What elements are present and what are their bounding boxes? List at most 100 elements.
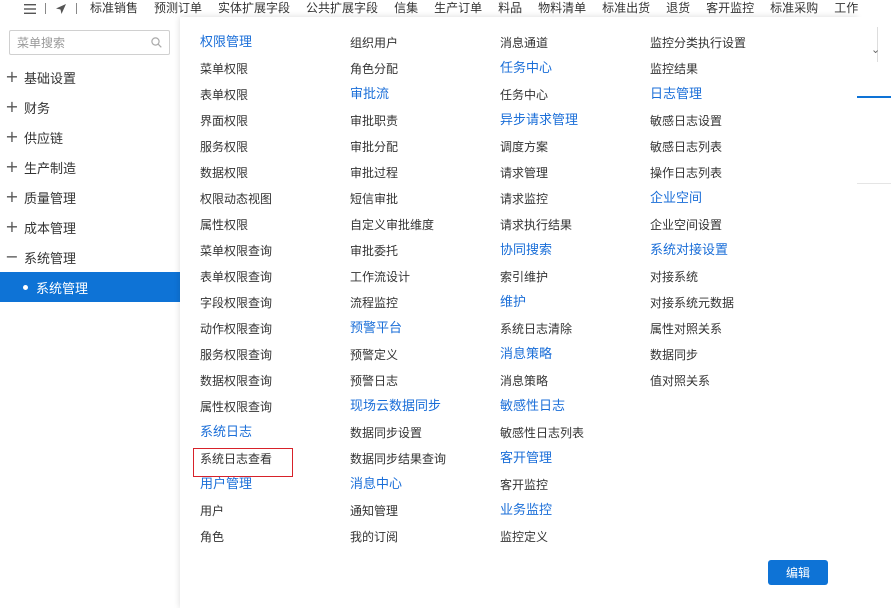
menu-link[interactable]: 菜单权限查询 — [200, 238, 272, 264]
collapse-icon[interactable]: − — [0, 242, 24, 272]
menu-link[interactable]: 属性权限 — [200, 212, 272, 238]
menu-link[interactable]: 数据权限 — [200, 160, 272, 186]
top-tab[interactable]: 退货 — [658, 0, 698, 17]
menu-link[interactable]: 值对照关系 — [650, 368, 746, 394]
menu-group-heading[interactable]: 维护 — [500, 290, 584, 316]
menu-link[interactable]: 索引维护 — [500, 264, 584, 290]
menu-link[interactable]: 审批职责 — [350, 108, 446, 134]
menu-link[interactable]: 工作流设计 — [350, 264, 446, 290]
menu-link[interactable]: 动作权限查询 — [200, 316, 272, 342]
menu-link[interactable]: 系统日志清除 — [500, 316, 584, 342]
menu-link[interactable]: 请求管理 — [500, 160, 584, 186]
menu-group-heading[interactable]: 消息中心 — [350, 472, 446, 498]
menu-group-heading[interactable]: 敏感性日志 — [500, 394, 584, 420]
top-tab[interactable]: 料品 — [490, 0, 530, 17]
menu-link[interactable]: 我的订阅 — [350, 524, 446, 550]
menu-group-heading[interactable]: 系统对接设置 — [650, 238, 746, 264]
menu-link[interactable]: 界面权限 — [200, 108, 272, 134]
expand-icon[interactable]: + — [0, 62, 24, 92]
menu-group-heading[interactable]: 预警平台 — [350, 316, 446, 342]
sidebar-item[interactable]: + 基础设置 — [0, 62, 180, 92]
edit-button[interactable]: 编辑 — [768, 560, 828, 585]
top-tab[interactable]: 预测订单 — [146, 0, 210, 17]
menu-link[interactable]: 预警日志 — [350, 368, 446, 394]
menu-link[interactable]: 审批分配 — [350, 134, 446, 160]
menu-link[interactable]: 操作日志列表 — [650, 160, 746, 186]
navigation-arrow-icon[interactable] — [51, 0, 71, 17]
chevron-down-icon[interactable]: ⌄ — [871, 43, 880, 56]
menu-group-heading[interactable]: 企业空间 — [650, 186, 746, 212]
menu-group-heading[interactable]: 消息策略 — [500, 342, 584, 368]
menu-link[interactable]: 请求执行结果 — [500, 212, 584, 238]
menu-link[interactable]: 调度方案 — [500, 134, 584, 160]
search-icon[interactable] — [151, 37, 162, 48]
menu-group-heading[interactable]: 异步请求管理 — [500, 108, 584, 134]
menu-link[interactable]: 数据权限查询 — [200, 368, 272, 394]
menu-link[interactable]: 数据同步结果查询 — [350, 446, 446, 472]
top-tab[interactable]: 物料清单 — [530, 0, 594, 17]
menu-link[interactable]: 服务权限查询 — [200, 342, 272, 368]
menu-link[interactable]: 属性对照关系 — [650, 316, 746, 342]
menu-group-heading[interactable]: 审批流 — [350, 82, 446, 108]
menu-group-heading[interactable]: 权限管理 — [200, 30, 272, 56]
sidebar-subitem-system-management[interactable]: 系统管理 — [0, 272, 180, 302]
sidebar-item[interactable]: + 质量管理 — [0, 182, 180, 212]
top-tab[interactable]: 标准销售 — [82, 0, 146, 17]
sidebar-item[interactable]: + 财务 — [0, 92, 180, 122]
menu-group-heading[interactable]: 协同搜索 — [500, 238, 584, 264]
menu-link[interactable]: 敏感日志设置 — [650, 108, 746, 134]
menu-link[interactable]: 角色 — [200, 524, 272, 550]
menu-link[interactable]: 审批委托 — [350, 238, 446, 264]
top-tab[interactable]: 信集 — [386, 0, 426, 17]
menu-link[interactable]: 监控分类执行设置 — [650, 30, 746, 56]
menu-link[interactable]: 审批过程 — [350, 160, 446, 186]
menu-group-heading[interactable]: 日志管理 — [650, 82, 746, 108]
expand-icon[interactable]: + — [0, 182, 24, 212]
expand-icon[interactable]: + — [0, 212, 24, 242]
menu-link[interactable]: 消息通道 — [500, 30, 584, 56]
menu-link[interactable]: 组织用户 — [350, 30, 446, 56]
menu-link[interactable]: 字段权限查询 — [200, 290, 272, 316]
top-tab[interactable]: 标准出货 — [594, 0, 658, 17]
sidebar-item[interactable]: + 成本管理 — [0, 212, 180, 242]
menu-link[interactable]: 数据同步设置 — [350, 420, 446, 446]
expand-icon[interactable]: + — [0, 92, 24, 122]
hamburger-menu-icon[interactable] — [20, 0, 40, 17]
menu-link[interactable]: 数据同步 — [650, 342, 746, 368]
menu-link[interactable]: 表单权限 — [200, 82, 272, 108]
menu-group-heading[interactable]: 业务监控 — [500, 498, 584, 524]
top-tab[interactable]: 公共扩展字段 — [298, 0, 386, 17]
menu-link[interactable]: 敏感日志列表 — [650, 134, 746, 160]
menu-search-input[interactable] — [10, 31, 146, 54]
menu-link[interactable]: 自定义审批维度 — [350, 212, 446, 238]
top-tab[interactable]: 实体扩展字段 — [210, 0, 298, 17]
expand-icon[interactable]: + — [0, 122, 24, 152]
menu-link[interactable]: 对接系统 — [650, 264, 746, 290]
menu-search-box[interactable] — [9, 30, 170, 55]
top-tab[interactable]: 生产订单 — [426, 0, 490, 17]
menu-link[interactable]: 消息策略 — [500, 368, 584, 394]
menu-group-heading[interactable]: 任务中心 — [500, 56, 584, 82]
menu-link[interactable]: 表单权限查询 — [200, 264, 272, 290]
sidebar-item[interactable]: − 系统管理 — [0, 242, 180, 272]
top-tab[interactable]: 客开监控 — [698, 0, 762, 17]
menu-link[interactable]: 菜单权限 — [200, 56, 272, 82]
menu-link[interactable]: 敏感性日志列表 — [500, 420, 584, 446]
sidebar-item[interactable]: + 供应链 — [0, 122, 180, 152]
top-tab[interactable]: 标准采购 — [762, 0, 826, 17]
menu-group-heading[interactable]: 现场云数据同步 — [350, 394, 446, 420]
menu-link[interactable]: 角色分配 — [350, 56, 446, 82]
menu-link[interactable]: 用户 — [200, 498, 272, 524]
menu-link[interactable]: 短信审批 — [350, 186, 446, 212]
menu-link[interactable]: 请求监控 — [500, 186, 584, 212]
menu-group-heading[interactable]: 客开管理 — [500, 446, 584, 472]
menu-link[interactable]: 对接系统元数据 — [650, 290, 746, 316]
sidebar-item[interactable]: + 生产制造 — [0, 152, 180, 182]
menu-link[interactable]: 属性权限查询 — [200, 394, 272, 420]
menu-link[interactable]: 预警定义 — [350, 342, 446, 368]
menu-link[interactable]: 通知管理 — [350, 498, 446, 524]
menu-link[interactable]: 监控定义 — [500, 524, 584, 550]
menu-link[interactable]: 企业空间设置 — [650, 212, 746, 238]
top-tab[interactable]: 工作 — [826, 0, 866, 17]
menu-link[interactable]: 监控结果 — [650, 56, 746, 82]
